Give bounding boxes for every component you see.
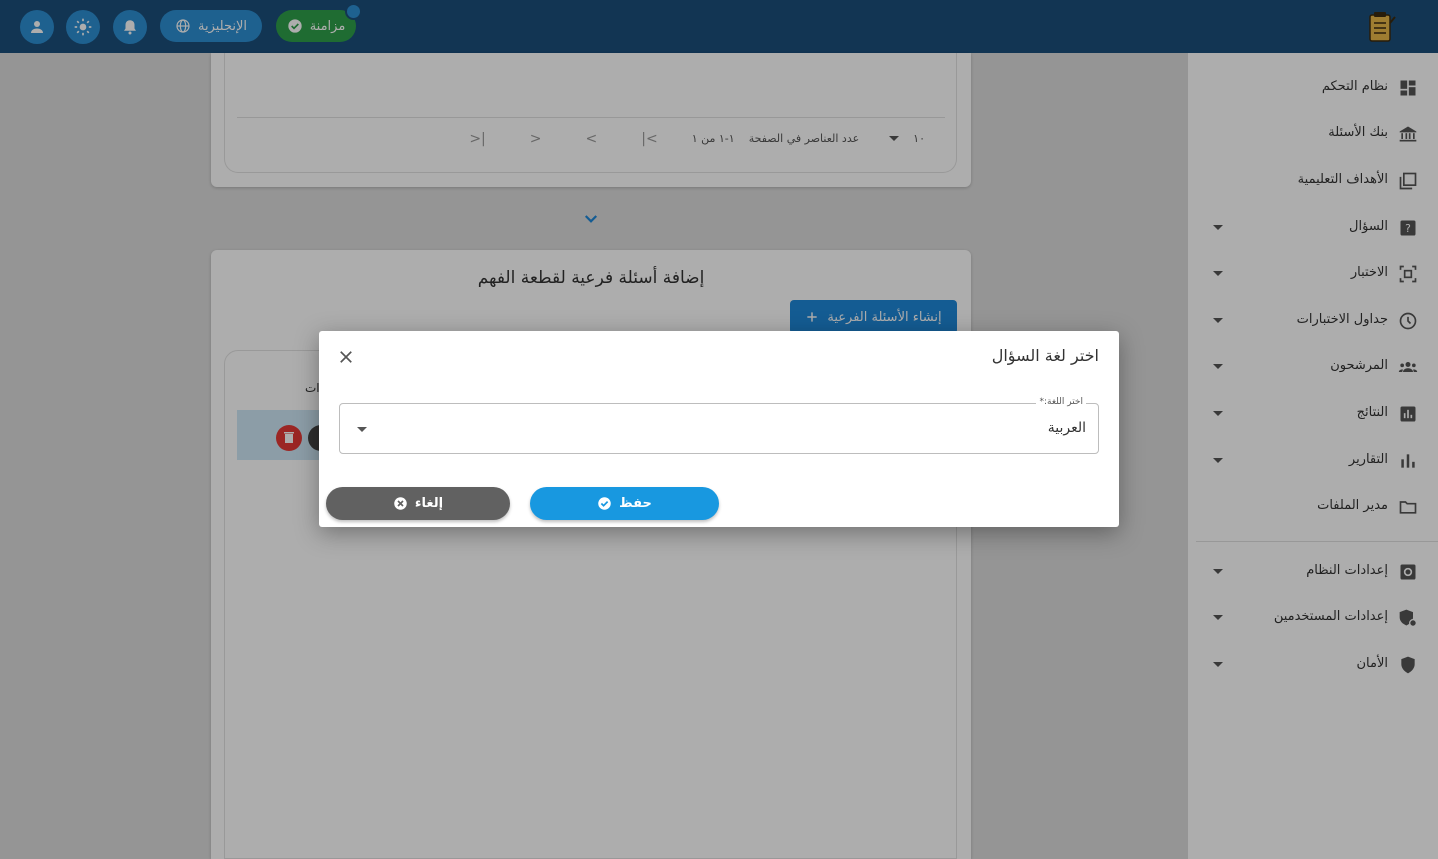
cancel-label: إلغاء	[414, 496, 444, 511]
check-circle-icon	[598, 497, 611, 510]
language-select-value: العربية	[1047, 420, 1086, 436]
cancel-button[interactable]: إلغاء	[326, 487, 510, 520]
language-select[interactable]: اختر اللغة:* العربية	[339, 397, 1099, 454]
dialog-title: اختر لغة السؤال	[991, 346, 1099, 365]
chevron-down-icon	[357, 427, 367, 432]
save-button[interactable]: حفظ	[530, 487, 719, 520]
cancel-circle-icon	[394, 497, 407, 510]
select-language-dialog: اختر لغة السؤال اختر اللغة:* العربية حفظ…	[319, 331, 1119, 527]
save-label: حفظ	[619, 496, 652, 511]
close-icon[interactable]	[337, 348, 355, 366]
language-select-label: اختر اللغة:*	[1036, 397, 1086, 407]
